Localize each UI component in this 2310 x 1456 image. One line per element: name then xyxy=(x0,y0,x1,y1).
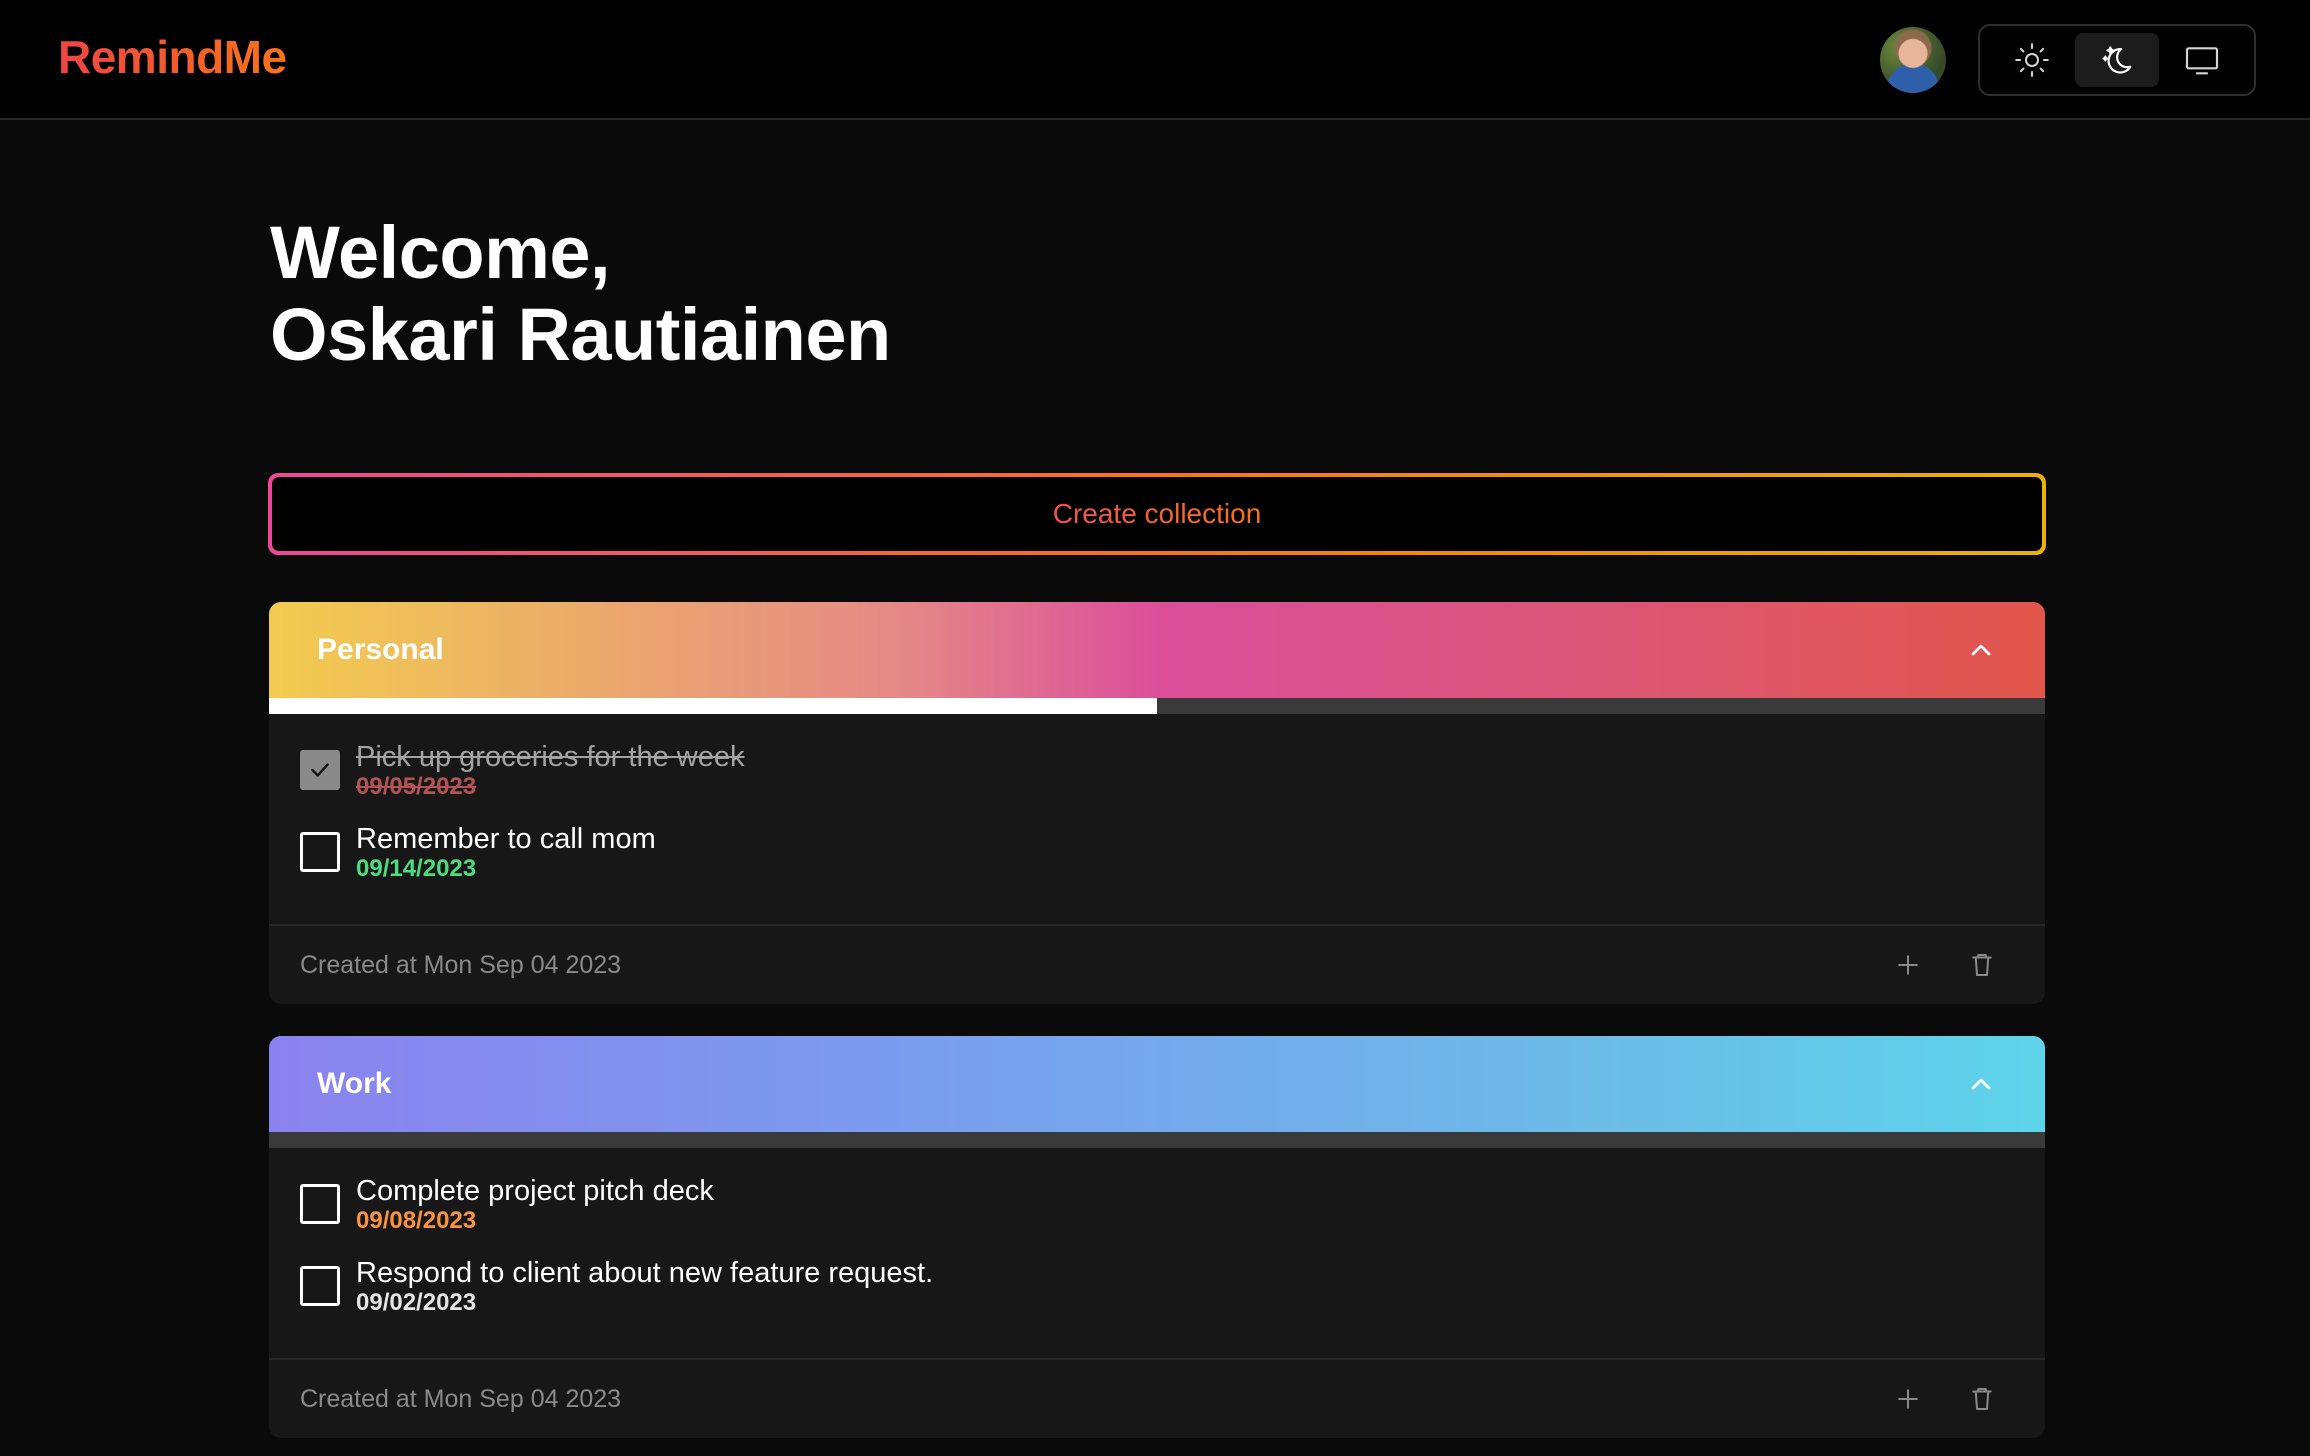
task-list: Pick up groceries for the week 09/05/202… xyxy=(269,714,2045,926)
collection-progress-bar xyxy=(269,698,2045,714)
created-at-text: Created at Mon Sep 04 2023 xyxy=(300,950,622,979)
collection-title: Personal xyxy=(317,633,444,666)
task-title: Remember to call mom xyxy=(356,823,656,855)
task-checkbox[interactable] xyxy=(300,1184,340,1224)
trash-icon xyxy=(1972,1388,1992,1410)
moon-stars-icon xyxy=(2102,46,2132,74)
add-task-button[interactable] xyxy=(1893,1384,1923,1414)
collection-actions xyxy=(1893,1384,1997,1414)
trash-icon xyxy=(1972,954,1992,976)
collection-footer: Created at Mon Sep 04 2023 xyxy=(269,924,2045,1004)
system-theme-button[interactable] xyxy=(2160,33,2244,87)
task-title: Pick up groceries for the week xyxy=(356,741,745,773)
chevron-up-icon[interactable] xyxy=(1965,1068,1997,1100)
task-date: 09/05/2023 xyxy=(356,773,477,800)
sun-icon xyxy=(2015,43,2050,77)
collection-header[interactable]: Personal xyxy=(269,602,2045,698)
collection-title: Work xyxy=(317,1067,392,1100)
plus-icon xyxy=(1898,1389,1918,1409)
add-task-button[interactable] xyxy=(1893,950,1923,980)
dark-theme-button[interactable] xyxy=(2074,33,2159,87)
monitor-icon xyxy=(2185,47,2218,75)
check-icon xyxy=(311,763,329,777)
create-collection-button[interactable]: Create collection xyxy=(268,473,2046,555)
task-checkbox[interactable] xyxy=(300,750,340,790)
create-collection-label: Create collection xyxy=(1052,498,1262,529)
task-checkbox[interactable] xyxy=(300,832,340,872)
progress-fill xyxy=(269,698,1157,714)
task-text: Respond to client about new feature requ… xyxy=(356,1256,933,1316)
task-list: Complete project pitch deck 09/08/2023 R… xyxy=(269,1148,2045,1360)
task-title: Respond to client about new feature requ… xyxy=(356,1257,934,1289)
task-item: Respond to client about new feature requ… xyxy=(300,1256,2014,1316)
collection-progress-bar xyxy=(269,1132,2045,1148)
task-date: 09/08/2023 xyxy=(356,1207,477,1234)
task-date: 09/14/2023 xyxy=(356,855,477,882)
plus-icon xyxy=(1898,955,1918,975)
task-item: Pick up groceries for the week 09/05/202… xyxy=(300,740,2014,800)
task-title: Complete project pitch deck xyxy=(356,1175,714,1207)
collection-card-personal: Personal Pick up groceries for the week … xyxy=(269,602,2045,1004)
collection-card-work: Work Complete project pitch deck 09/08/2… xyxy=(269,1036,2045,1438)
app-logo[interactable]: RemindMe xyxy=(58,30,287,84)
task-item: Complete project pitch deck 09/08/2023 xyxy=(300,1174,2014,1234)
collection-header[interactable]: Work xyxy=(269,1036,2045,1132)
theme-switcher xyxy=(1978,24,2256,96)
collection-footer: Created at Mon Sep 04 2023 xyxy=(269,1358,2045,1438)
task-text: Complete project pitch deck 09/08/2023 xyxy=(356,1174,714,1234)
collection-actions xyxy=(1893,950,1997,980)
task-text: Pick up groceries for the week 09/05/202… xyxy=(356,740,744,800)
delete-collection-button[interactable] xyxy=(1967,1384,1997,1414)
created-at-text: Created at Mon Sep 04 2023 xyxy=(300,1384,622,1413)
welcome-heading: Welcome, Oskari Rautiainen xyxy=(270,212,891,376)
task-date: 09/02/2023 xyxy=(356,1289,477,1316)
user-avatar[interactable] xyxy=(1880,27,1946,93)
top-nav: RemindMe xyxy=(0,0,2310,120)
task-item: Remember to call mom 09/14/2023 xyxy=(300,822,2014,882)
user-name: Oskari Rautiainen xyxy=(270,293,891,376)
task-checkbox[interactable] xyxy=(300,1266,340,1306)
light-theme-button[interactable] xyxy=(1990,33,2074,87)
create-collection-inner: Create collection xyxy=(272,477,2042,551)
chevron-up-icon[interactable] xyxy=(1965,634,1997,666)
task-text: Remember to call mom 09/14/2023 xyxy=(356,822,656,882)
welcome-line: Welcome, xyxy=(270,211,611,294)
delete-collection-button[interactable] xyxy=(1967,950,1997,980)
